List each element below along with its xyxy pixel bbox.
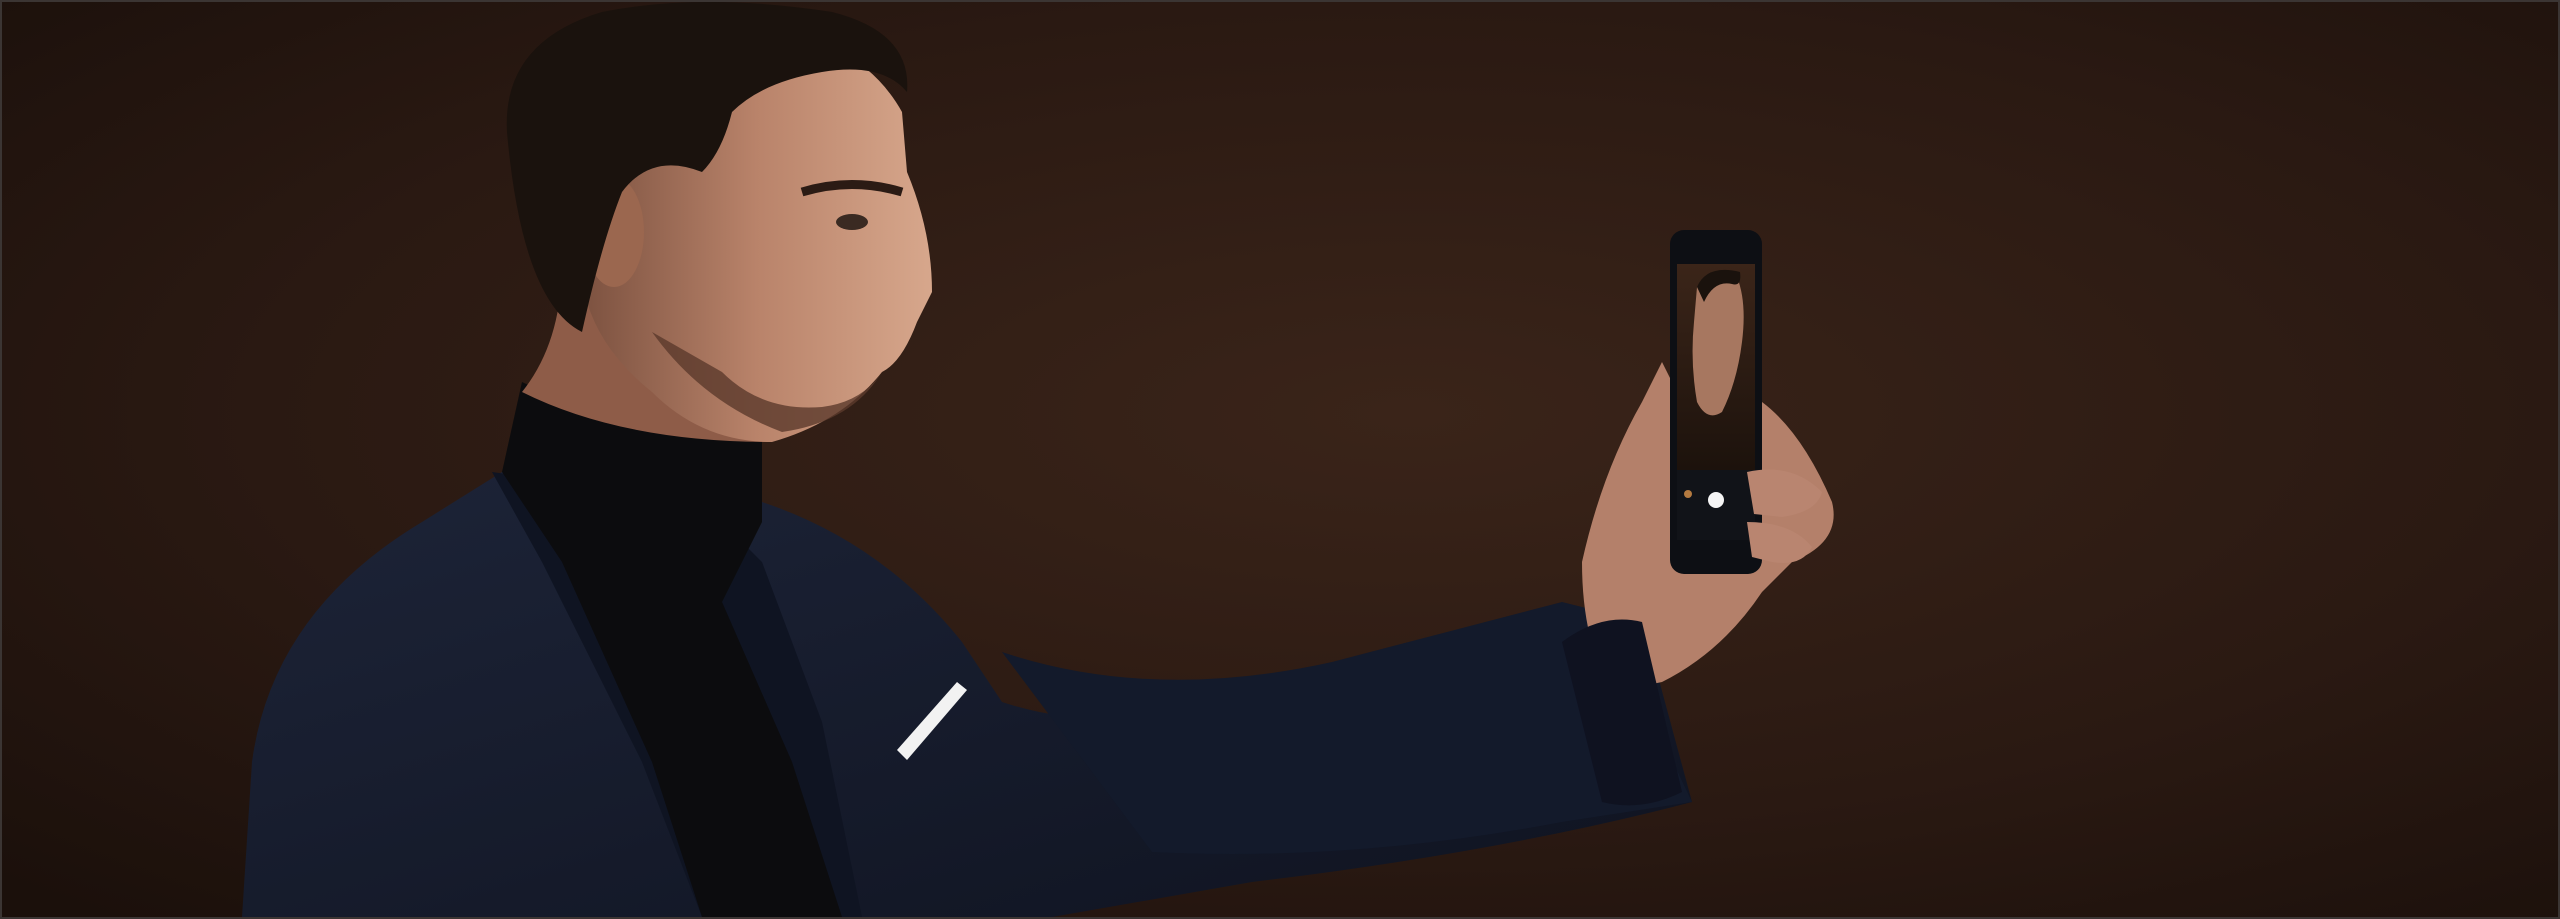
eye — [836, 214, 868, 230]
shutter-button-icon — [1708, 492, 1724, 508]
portrait-photo — [2, 2, 2558, 917]
gallery-thumbnail-icon — [1684, 490, 1692, 498]
photo-stage — [0, 0, 2560, 919]
